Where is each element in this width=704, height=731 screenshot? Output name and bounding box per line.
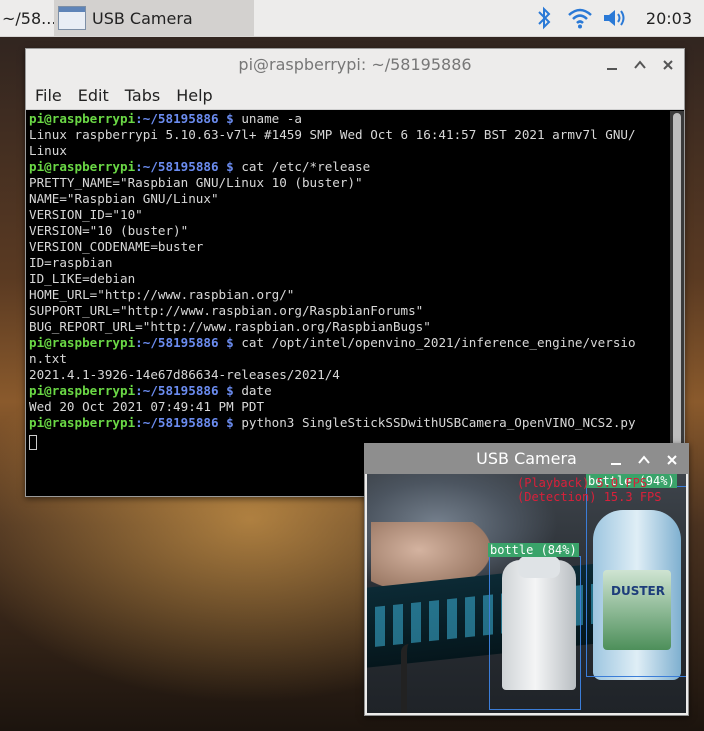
terminal-output-line: Wed 20 Oct 2021 07:49:41 PM PDT xyxy=(29,399,667,415)
minimize-icon xyxy=(611,463,621,465)
prompt-user: pi@raspberrypi xyxy=(29,383,136,398)
line-text: SUPPORT_URL="http://www.raspbian.org/Ras… xyxy=(29,303,424,318)
close-icon xyxy=(667,455,677,465)
terminal-output-line: 2021.4.1-3926-14e67d86634-releases/2021/… xyxy=(29,367,667,383)
terminal-command-line: pi@raspberrypi:~/58195886 $ python3 Sing… xyxy=(29,415,667,431)
camera-maximize-button[interactable] xyxy=(636,452,652,468)
line-text: cat /etc/*release xyxy=(233,159,371,174)
terminal-output-line: n.txt xyxy=(29,351,667,367)
minimize-button[interactable] xyxy=(604,57,620,73)
detection-fps: (Detection) 15.3 FPS xyxy=(517,490,662,504)
terminal-output-line: VERSION="10 (buster)" xyxy=(29,223,667,239)
clock[interactable]: 20:03 xyxy=(646,9,692,28)
taskbar: ~/58... USB Camera 20:03 xyxy=(0,0,704,37)
maximize-icon xyxy=(634,60,646,69)
terminal-scrollbar[interactable] xyxy=(670,111,684,495)
camera-window-controls xyxy=(608,444,680,476)
terminal-output-line: Linux raspberrypi 5.10.63-v7l+ #1459 SMP… xyxy=(29,127,667,143)
taskbar-terminal-label: ~/58... xyxy=(2,8,57,28)
line-text: cat /opt/intel/openvino_2021/inference_e… xyxy=(233,335,636,350)
detection-label: bottle (84%) xyxy=(488,543,579,557)
volume-icon[interactable] xyxy=(602,4,630,32)
prompt-path: :~/58195886 $ xyxy=(135,415,234,430)
terminal-output-line: HOME_URL="http://www.raspbian.org/" xyxy=(29,287,667,303)
camera-video-feed: DUSTER bottle (84%) bottle (94%) (Playba… xyxy=(367,474,686,713)
minimize-icon xyxy=(607,68,617,70)
line-text: PRETTY_NAME="Raspbian GNU/Linux 10 (bust… xyxy=(29,175,363,190)
usb-camera-window: USB Camera DUSTER bottle (84%) bottle (9… xyxy=(364,443,689,716)
playback-fps: (Playback) 5.0 FPS xyxy=(517,476,648,490)
menu-tabs[interactable]: Tabs xyxy=(125,86,160,105)
close-button[interactable] xyxy=(660,57,676,73)
terminal-command-line: pi@raspberrypi:~/58195886 $ date xyxy=(29,383,667,399)
terminal-output-line: VERSION_CODENAME=buster xyxy=(29,239,667,255)
system-tray: 20:03 xyxy=(526,0,704,36)
line-text: VERSION="10 (buster)" xyxy=(29,223,189,238)
menu-file[interactable]: File xyxy=(35,86,62,105)
terminal-command-line: pi@raspberrypi:~/58195886 $ cat /opt/int… xyxy=(29,335,667,351)
terminal-output-line: ID=raspbian xyxy=(29,255,667,271)
terminal-window: pi@raspberrypi: ~/58195886 File Edit Tab… xyxy=(25,48,685,497)
line-text: HOME_URL="http://www.raspbian.org/" xyxy=(29,287,295,302)
camera-minimize-button[interactable] xyxy=(608,452,624,468)
terminal-output-line: SUPPORT_URL="http://www.raspbian.org/Ras… xyxy=(29,303,667,319)
close-icon xyxy=(663,60,673,70)
window-title: pi@raspberrypi: ~/58195886 xyxy=(238,55,472,74)
terminal-menubar: File Edit Tabs Help xyxy=(26,81,684,110)
taskbar-usb-camera-label: USB Camera xyxy=(92,8,193,28)
prompt-user: pi@raspberrypi xyxy=(29,159,136,174)
taskbar-usb-camera-button[interactable]: USB Camera xyxy=(54,0,254,36)
scrollbar-thumb[interactable] xyxy=(673,113,681,493)
menu-edit[interactable]: Edit xyxy=(78,86,109,105)
prompt-user: pi@raspberrypi xyxy=(29,335,136,350)
prompt-path: :~/58195886 $ xyxy=(135,335,234,350)
menu-help[interactable]: Help xyxy=(176,86,212,105)
terminal-output-line: BUG_REPORT_URL="http://www.raspbian.org/… xyxy=(29,319,667,335)
line-text: NAME="Raspbian GNU/Linux" xyxy=(29,191,219,206)
line-text: 2021.4.1-3926-14e67d86634-releases/2021/… xyxy=(29,367,340,382)
detection-box xyxy=(489,556,581,710)
terminal-output-line: ID_LIKE=debian xyxy=(29,271,667,287)
line-text: VERSION_CODENAME=buster xyxy=(29,239,204,254)
terminal-cursor xyxy=(29,435,37,450)
line-text: BUG_REPORT_URL="http://www.raspbian.org/… xyxy=(29,319,431,334)
line-text: Linux xyxy=(29,143,67,158)
cable-image xyxy=(401,644,421,713)
line-text: ID=raspbian xyxy=(29,255,113,270)
detection-box xyxy=(586,486,686,677)
wifi-icon[interactable] xyxy=(566,4,594,32)
prompt-path: :~/58195886 $ xyxy=(135,383,234,398)
bluetooth-icon[interactable] xyxy=(530,4,558,32)
terminal-output-line: PRETTY_NAME="Raspbian GNU/Linux 10 (bust… xyxy=(29,175,667,191)
prompt-path: :~/58195886 $ xyxy=(135,159,234,174)
terminal-titlebar[interactable]: pi@raspberrypi: ~/58195886 xyxy=(26,49,684,81)
line-text: VERSION_ID="10" xyxy=(29,207,143,222)
line-text: python3 SingleStickSSDwithUSBCamera_Open… xyxy=(233,415,636,430)
line-text: uname -a xyxy=(233,111,302,126)
maximize-button[interactable] xyxy=(632,57,648,73)
line-text: n.txt xyxy=(29,351,67,366)
line-text: Linux raspberrypi 5.10.63-v7l+ #1459 SMP… xyxy=(29,127,636,142)
window-icon xyxy=(58,6,86,30)
camera-titlebar[interactable]: USB Camera xyxy=(365,444,688,474)
line-text: Wed 20 Oct 2021 07:49:41 PM PDT xyxy=(29,399,265,414)
window-controls xyxy=(604,49,676,81)
prompt-user: pi@raspberrypi xyxy=(29,415,136,430)
fps-overlay: (Playback) 5.0 FPS (Detection) 15.3 FPS xyxy=(517,476,662,504)
terminal-output[interactable]: pi@raspberrypi:~/58195886 $ uname -a Linu… xyxy=(29,111,667,493)
line-text: date xyxy=(233,383,272,398)
line-text: ID_LIKE=debian xyxy=(29,271,136,286)
terminal-output-line: VERSION_ID="10" xyxy=(29,207,667,223)
camera-close-button[interactable] xyxy=(664,452,680,468)
terminal-command-line: pi@raspberrypi:~/58195886 $ uname -a xyxy=(29,111,667,127)
maximize-icon xyxy=(638,455,650,464)
prompt-user: pi@raspberrypi xyxy=(29,111,136,126)
terminal-output-line: Linux xyxy=(29,143,667,159)
terminal-command-line: pi@raspberrypi:~/58195886 $ cat /etc/*re… xyxy=(29,159,667,175)
prompt-path: :~/58195886 $ xyxy=(135,111,234,126)
taskbar-terminal-button[interactable]: ~/58... xyxy=(0,0,57,36)
terminal-output-line: NAME="Raspbian GNU/Linux" xyxy=(29,191,667,207)
